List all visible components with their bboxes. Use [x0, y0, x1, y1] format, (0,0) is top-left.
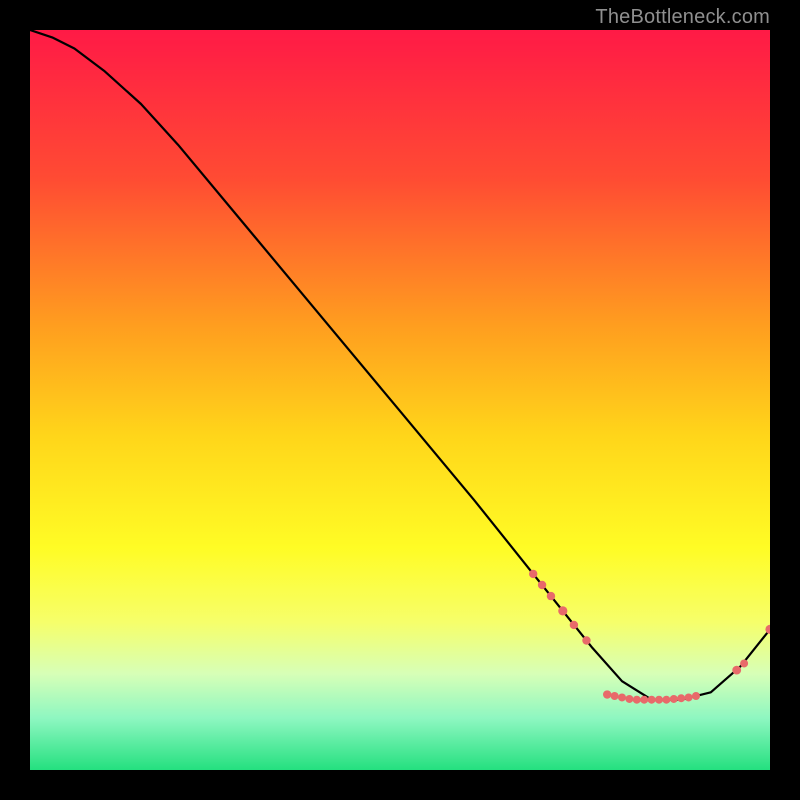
highlight-dot	[677, 694, 685, 702]
highlight-dot	[633, 696, 641, 704]
highlight-dot	[662, 696, 670, 704]
highlight-dot	[740, 659, 748, 667]
highlight-dot	[603, 690, 611, 698]
highlight-dot	[618, 693, 626, 701]
highlight-dot	[655, 696, 663, 704]
highlight-dot	[570, 621, 578, 629]
highlight-dot	[558, 606, 567, 615]
highlight-dot	[625, 695, 633, 703]
highlight-dot	[685, 693, 693, 701]
watermark-text: TheBottleneck.com	[595, 6, 770, 29]
highlight-dot	[538, 581, 546, 589]
highlight-dot	[582, 636, 590, 644]
highlight-dot	[692, 692, 700, 700]
chart-frame: TheBottleneck.com	[0, 0, 800, 800]
highlight-dot	[648, 696, 656, 704]
highlight-dot	[732, 666, 741, 675]
highlight-dot	[670, 695, 678, 703]
gradient-background	[30, 30, 770, 770]
highlight-dot	[640, 696, 648, 704]
highlight-dot	[529, 570, 537, 578]
highlight-dot	[611, 692, 619, 700]
chart-plot	[30, 30, 770, 770]
highlight-dot	[547, 592, 555, 600]
